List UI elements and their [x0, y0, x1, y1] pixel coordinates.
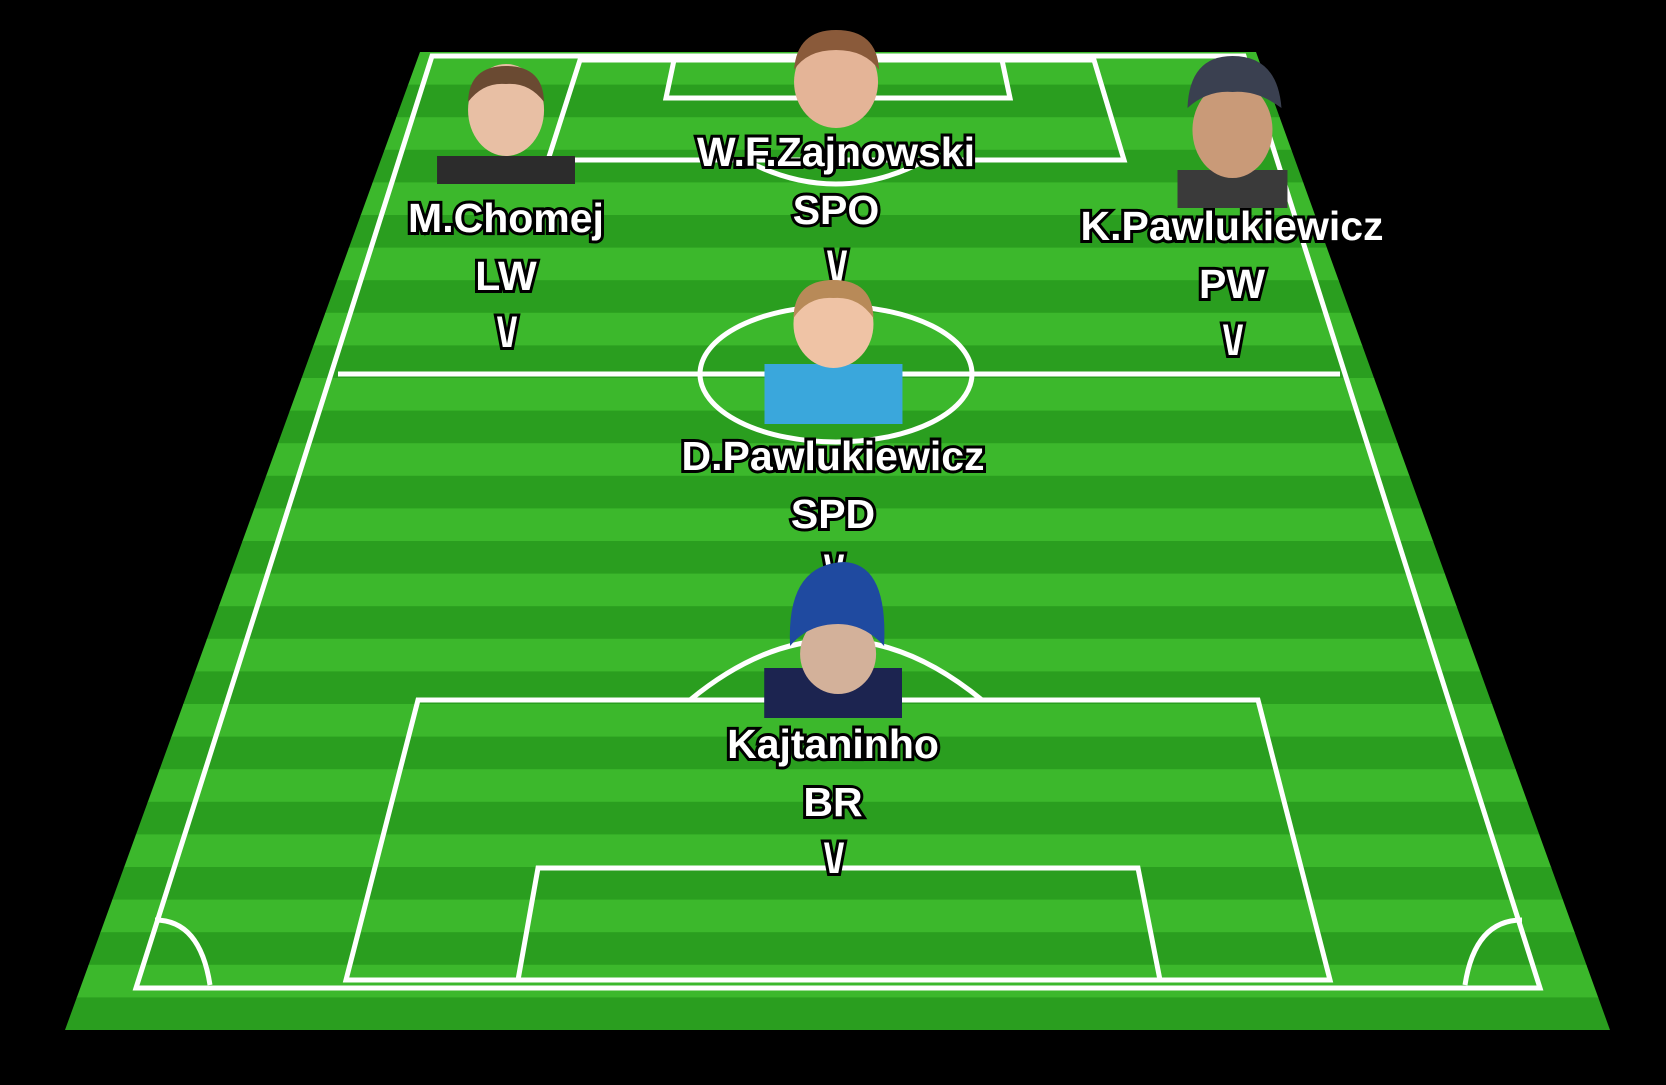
player-position: SPO: [790, 184, 883, 236]
player-photo-blue-hoodie: [764, 278, 902, 424]
player-photo-hair-brown: [767, 20, 905, 142]
player-spo[interactable]: W.F.Zajnowski SPO \/: [694, 20, 978, 294]
player-photo-cap: [1177, 50, 1287, 208]
avatar-graphic: [794, 30, 879, 128]
grass-stripe: [65, 932, 1610, 966]
player-lw[interactable]: M.Chomej LW \/: [405, 62, 607, 360]
avatar-graphic: [764, 280, 902, 424]
player-position: BR: [800, 776, 865, 828]
grass-stripe: [65, 997, 1610, 1030]
player-position: LW: [472, 250, 540, 302]
player-position: PW: [1196, 258, 1268, 310]
avatar-graphic: [763, 562, 902, 718]
avatar-graphic: [1177, 56, 1287, 208]
player-marker: \/: [1220, 314, 1247, 366]
player-pw[interactable]: K.Pawlukiewicz PW \/: [1077, 50, 1387, 368]
player-br[interactable]: Kajtaninho BR \/: [724, 558, 942, 886]
grass-stripe: [65, 899, 1610, 934]
player-photo-dark-shirt: [437, 62, 575, 184]
player-position: SPD: [788, 488, 878, 540]
player-marker: \/: [494, 306, 521, 358]
player-marker: \/: [821, 832, 848, 884]
player-spd[interactable]: D.Pawlukiewicz SPD \/: [678, 278, 988, 598]
player-name: M.Chomej: [405, 192, 607, 244]
avatar-graphic: [437, 64, 575, 184]
player-name: Kajtaninho: [724, 718, 942, 770]
player-name: D.Pawlukiewicz: [678, 430, 987, 482]
player-photo-beanie: [763, 558, 902, 718]
